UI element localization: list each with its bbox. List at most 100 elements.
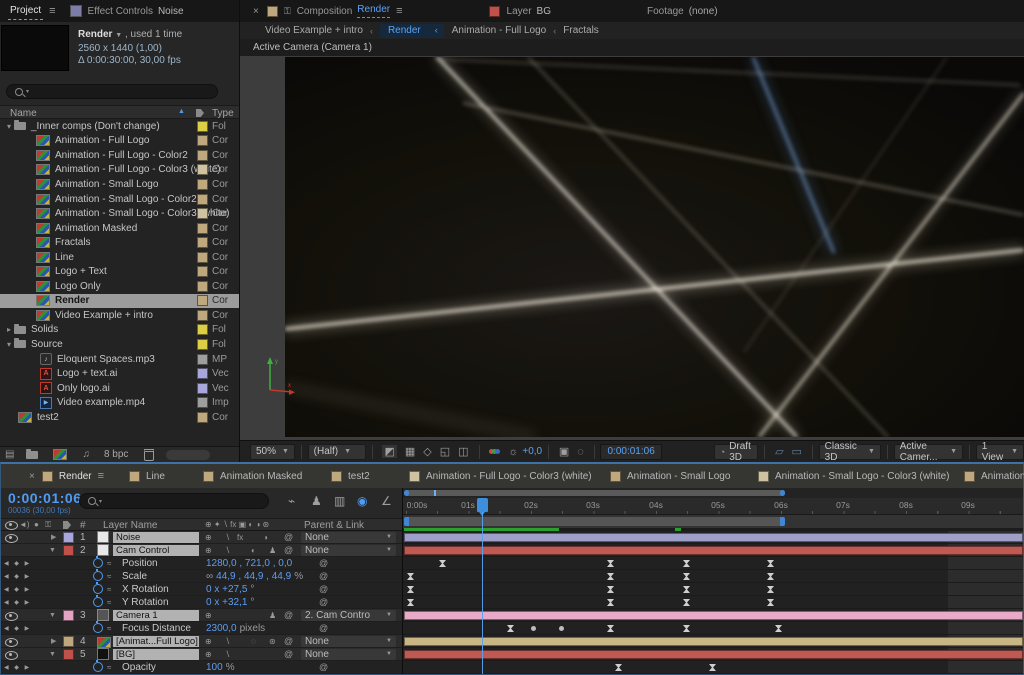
tab-project[interactable]: Project bbox=[8, 2, 43, 20]
label-swatch[interactable] bbox=[197, 412, 208, 423]
draft-3d-toggle-icon[interactable]: ♟ bbox=[311, 494, 322, 508]
resolution-dropdown[interactable]: (Half)▼ bbox=[308, 444, 366, 460]
list-item-folder[interactable]: ▸ Solids Fol bbox=[0, 323, 239, 338]
timeline-tab[interactable]: test2 bbox=[331, 464, 370, 488]
list-item-folder[interactable]: ▾ _Inner comps (Don't change) Fol bbox=[0, 119, 239, 134]
adjust-settings-icon[interactable]: ♫ bbox=[82, 449, 90, 460]
label-column-icon[interactable] bbox=[63, 521, 71, 529]
list-item-comp[interactable]: Line Cor bbox=[0, 250, 239, 265]
keyframe-icon[interactable] bbox=[767, 560, 774, 567]
keyframe-row-position[interactable] bbox=[403, 557, 1023, 570]
panel-menu-icon[interactable]: ≡ bbox=[98, 470, 104, 482]
list-item-folder[interactable]: ▾ Source Fol bbox=[0, 337, 239, 352]
property-row-position[interactable]: ◀ ◆ ▶ ≈ Position 1280,0 , 721,0 , 0,0 @ bbox=[1, 557, 402, 570]
time-ruler[interactable]: 0:00s 01s 02s 03s 04s 05s 06s 07s 08s 09… bbox=[403, 498, 1023, 515]
stopwatch-icon[interactable] bbox=[93, 597, 103, 607]
ground-plane-icon[interactable]: ▱ bbox=[775, 445, 783, 458]
panel-menu-icon[interactable]: ≡ bbox=[49, 5, 55, 17]
layer-name[interactable]: Cam Control bbox=[113, 545, 199, 556]
navigator-bar[interactable] bbox=[404, 490, 785, 496]
twirl-closed-icon[interactable]: ▶ bbox=[51, 637, 56, 645]
twirl-open-icon[interactable]: ▼ bbox=[49, 612, 56, 619]
stopwatch-icon[interactable] bbox=[93, 623, 103, 633]
graph-editor-icon[interactable]: ∠ bbox=[381, 494, 392, 508]
layer-row[interactable]: ▶ 1 Noise ⊕ ∖ fx ◑ @ None▼ bbox=[1, 531, 402, 544]
sort-arrow-icon[interactable]: ▲ bbox=[178, 108, 185, 115]
layer-name[interactable]: Camera 1 bbox=[113, 610, 199, 621]
keyframe-icon[interactable] bbox=[775, 625, 782, 632]
preview-timecode[interactable]: 0:00:01:06 bbox=[600, 444, 661, 460]
list-item-comp[interactable]: Animation - Full Logo - Color3 (white) C… bbox=[0, 163, 239, 178]
mask-visibility-icon[interactable]: ◇ bbox=[423, 445, 431, 458]
tab-effect-controls[interactable]: Effect Controls bbox=[88, 6, 153, 17]
label-swatch[interactable] bbox=[63, 545, 74, 556]
label-swatch[interactable] bbox=[197, 252, 208, 263]
effects-switch-icon[interactable]: fx bbox=[237, 533, 243, 542]
interpret-footage-icon[interactable]: ▤ bbox=[5, 449, 14, 460]
audio-column-icon[interactable]: ◄) bbox=[19, 520, 30, 529]
label-swatch[interactable] bbox=[197, 135, 208, 146]
eye-icon[interactable] bbox=[5, 534, 18, 543]
eye-icon[interactable] bbox=[5, 638, 18, 647]
layer-name[interactable]: Noise bbox=[113, 532, 199, 543]
label-swatch[interactable] bbox=[197, 354, 208, 365]
layer-bar-camera[interactable] bbox=[404, 611, 1023, 620]
motion-blur-switch-icon[interactable]: ◌ bbox=[251, 637, 256, 646]
parent-pickwhip-icon[interactable]: @ bbox=[284, 610, 293, 620]
breadcrumb-item[interactable]: Video Example + intro bbox=[265, 25, 363, 36]
collapse-switch-icon[interactable]: ⊕ bbox=[205, 650, 212, 659]
breadcrumb-item-active[interactable]: Render‹ bbox=[380, 24, 444, 38]
camera-view-dropdown[interactable]: Active Camer...▼ bbox=[894, 444, 963, 460]
layer-bar-bg[interactable] bbox=[404, 650, 1023, 659]
twirl-closed-icon[interactable]: ▸ bbox=[4, 325, 14, 334]
label-swatch[interactable] bbox=[197, 164, 208, 175]
tab-footage-name[interactable]: (none) bbox=[689, 6, 718, 17]
tab-layer-name[interactable]: BG bbox=[537, 6, 551, 17]
keyframe-icon[interactable] bbox=[507, 625, 514, 632]
parent-link-column[interactable]: Parent & Link bbox=[304, 520, 364, 531]
property-pickwhip-icon[interactable]: @ bbox=[319, 584, 328, 594]
chevron-down-icon[interactable]: ▼ bbox=[115, 32, 122, 39]
label-swatch[interactable] bbox=[197, 324, 208, 335]
list-item-comp[interactable]: Animation - Small Logo - Color2 Cor bbox=[0, 192, 239, 207]
layer-bar-row[interactable] bbox=[403, 648, 1023, 661]
eye-icon[interactable] bbox=[5, 651, 18, 660]
stopwatch-icon[interactable] bbox=[93, 571, 103, 581]
keyframe-icon[interactable] bbox=[407, 586, 414, 593]
label-swatch[interactable] bbox=[63, 649, 74, 660]
list-item-vector[interactable]: ALogo + text.ai Vec bbox=[0, 366, 239, 381]
column-name[interactable]: Name bbox=[10, 108, 37, 119]
keyframe-icon[interactable] bbox=[607, 599, 614, 606]
breadcrumb-item[interactable]: Animation - Full Logo bbox=[452, 25, 547, 36]
work-area-bar[interactable] bbox=[404, 517, 785, 526]
solo-column-icon[interactable]: ● bbox=[34, 520, 39, 529]
composition-flowchart-icon[interactable]: ⌁ bbox=[288, 494, 295, 508]
timeline-tab-active[interactable]: × Render ≡ bbox=[29, 464, 104, 490]
keyframe-icon[interactable] bbox=[767, 586, 774, 593]
graph-icon[interactable]: ≈ bbox=[107, 663, 111, 672]
graph-icon[interactable]: ≈ bbox=[107, 624, 111, 633]
keyframe-navigator[interactable]: ◀ ◆ ▶ bbox=[4, 599, 31, 606]
keyframe-icon[interactable] bbox=[439, 560, 446, 567]
keyframe-icon[interactable] bbox=[407, 599, 414, 606]
list-item-comp[interactable]: Animation - Full Logo Cor bbox=[0, 134, 239, 149]
layer-row[interactable]: ▼ 3 Camera 1 ⊕ ♟ @ 2. Cam Contro▼ bbox=[1, 609, 402, 622]
label-swatch[interactable] bbox=[197, 194, 208, 205]
twirl-closed-icon[interactable]: ▶ bbox=[51, 533, 56, 541]
label-swatch[interactable] bbox=[197, 223, 208, 234]
extended-viewer-icon[interactable]: ▭ bbox=[792, 445, 802, 458]
twirl-open-icon[interactable]: ▼ bbox=[49, 651, 56, 658]
timeline-tab[interactable]: Animation Masked bbox=[203, 464, 302, 488]
property-pickwhip-icon[interactable]: @ bbox=[319, 558, 328, 568]
shy-switch-icon[interactable]: ♟ bbox=[269, 611, 276, 620]
keyframe-row-opacity[interactable] bbox=[403, 661, 1023, 674]
guide-options-icon[interactable]: ◫ bbox=[458, 445, 468, 458]
keyframe-icon[interactable] bbox=[607, 560, 614, 567]
region-of-interest-icon[interactable]: ◱ bbox=[440, 445, 450, 458]
label-swatch[interactable] bbox=[197, 310, 208, 321]
layer-row[interactable]: ▼ 5 [BG] ⊕ ∖ @ None▼ bbox=[1, 648, 402, 661]
property-pickwhip-icon[interactable]: @ bbox=[319, 623, 328, 633]
parent-dropdown[interactable]: None▼ bbox=[301, 532, 396, 543]
keyframe-icon[interactable] bbox=[683, 599, 690, 606]
lock-column-icon[interactable]: ⚿ bbox=[45, 520, 51, 530]
